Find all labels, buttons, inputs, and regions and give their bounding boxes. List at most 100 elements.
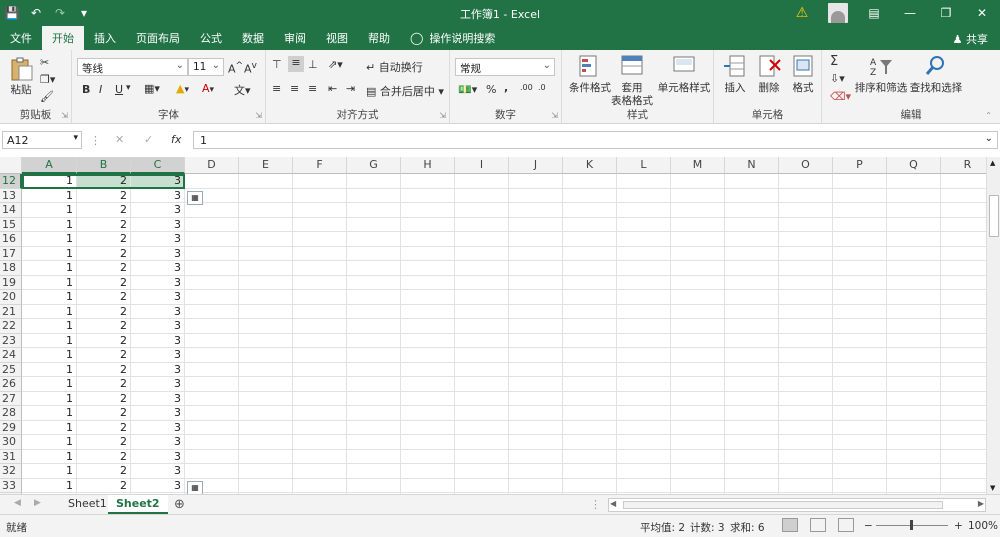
grid-cell[interactable] xyxy=(941,421,986,435)
grid-cell[interactable]: 1 xyxy=(22,319,77,334)
grid-cell[interactable] xyxy=(779,290,833,305)
grid-cell[interactable] xyxy=(941,290,986,305)
grid-cell[interactable] xyxy=(887,275,941,290)
grid-cell[interactable]: 1 xyxy=(22,203,77,218)
grid-cell[interactable] xyxy=(833,275,887,290)
grid-cell[interactable] xyxy=(671,203,725,218)
grid-cell[interactable]: 1 xyxy=(22,275,77,290)
grid-cell[interactable] xyxy=(185,449,239,464)
number-format-select[interactable]: 常规 ⌄ xyxy=(455,58,555,76)
cell-styles-button[interactable]: 单元格样式 xyxy=(656,54,712,95)
grid-cell[interactable] xyxy=(401,478,455,493)
grid-cell[interactable] xyxy=(509,464,563,479)
column-header-r[interactable]: R xyxy=(941,157,986,174)
grid-cell[interactable] xyxy=(671,232,725,247)
formula-input[interactable]: 1 ⌄ xyxy=(193,131,998,149)
grid-cell[interactable] xyxy=(887,304,941,319)
column-header-o[interactable]: O xyxy=(779,157,833,174)
grid-cell[interactable]: 3 xyxy=(131,304,185,319)
grid-cell[interactable] xyxy=(779,478,833,493)
grid-cell[interactable]: 2 xyxy=(77,319,131,334)
grid-cell[interactable] xyxy=(293,275,347,290)
grid-cell[interactable] xyxy=(563,319,617,334)
grid-cell[interactable] xyxy=(887,217,941,232)
column-header-j[interactable]: J xyxy=(509,157,563,174)
increase-indent-icon[interactable]: ⇥ xyxy=(346,82,355,95)
grid-cell[interactable] xyxy=(833,478,887,493)
grid-cell[interactable] xyxy=(671,246,725,261)
column-header-f[interactable]: F xyxy=(293,157,347,174)
scroll-up-icon[interactable]: ▲ xyxy=(990,159,995,167)
grid-cell[interactable]: 2 xyxy=(77,420,131,435)
grid-cell[interactable] xyxy=(401,420,455,435)
scroll-down-icon[interactable]: ▼ xyxy=(990,484,995,492)
grid-cell[interactable] xyxy=(401,275,455,290)
grid-cell[interactable]: 3 xyxy=(131,377,185,392)
grid-cell[interactable] xyxy=(455,275,509,290)
grid-cell[interactable] xyxy=(401,406,455,421)
delete-cells-button[interactable]: 删除 xyxy=(752,54,786,95)
grid-cell[interactable] xyxy=(185,391,239,406)
grid-cell[interactable] xyxy=(401,174,455,189)
grid-cell[interactable] xyxy=(887,406,941,421)
grid-cell[interactable] xyxy=(509,174,563,189)
grid-cell[interactable] xyxy=(455,188,509,203)
increase-decimal-icon[interactable]: .00 xyxy=(520,83,533,92)
restore-icon[interactable]: ❐ xyxy=(928,0,964,26)
grid-cell[interactable] xyxy=(887,464,941,479)
grid-cell[interactable] xyxy=(725,420,779,435)
grid-cell[interactable] xyxy=(509,290,563,305)
grid-cell[interactable] xyxy=(779,377,833,392)
grid-cell[interactable] xyxy=(455,217,509,232)
grid-cell[interactable]: 3 xyxy=(131,333,185,348)
scroll-right-icon[interactable]: ▶ xyxy=(978,499,984,508)
grid-cell[interactable] xyxy=(617,290,671,305)
grid-cell[interactable]: 1 xyxy=(22,449,77,464)
grid-cell[interactable] xyxy=(941,305,986,319)
grid-cell[interactable] xyxy=(833,406,887,421)
grid-cell[interactable] xyxy=(293,290,347,305)
grid-cell[interactable]: 3 xyxy=(131,217,185,232)
grid-cell[interactable] xyxy=(887,391,941,406)
warning-icon[interactable]: ⚠ xyxy=(784,0,820,26)
grid-cell[interactable] xyxy=(347,203,401,218)
grid-cell[interactable] xyxy=(779,217,833,232)
grid-cell[interactable]: 1 xyxy=(22,304,77,319)
fill-icon[interactable]: ⇩▾ xyxy=(830,72,845,85)
grid-cell[interactable] xyxy=(833,174,887,189)
column-header-d[interactable]: D xyxy=(185,157,239,174)
grid-cell[interactable] xyxy=(941,377,986,392)
grid-cell[interactable] xyxy=(833,232,887,247)
grid-cell[interactable] xyxy=(185,319,239,334)
zoom-in-icon[interactable]: + xyxy=(954,520,963,532)
grid-cell[interactable] xyxy=(347,217,401,232)
grid-cell[interactable] xyxy=(887,232,941,247)
borders-icon[interactable]: ▦▾ xyxy=(144,82,160,95)
format-painter-icon[interactable]: 🖌 xyxy=(40,90,54,103)
grid-cell[interactable] xyxy=(455,319,509,334)
grid-cell[interactable]: 1 xyxy=(22,174,77,189)
grid-cell[interactable] xyxy=(239,188,293,203)
grid-cell[interactable] xyxy=(779,188,833,203)
grid-cell[interactable] xyxy=(347,232,401,247)
column-header-e[interactable]: E xyxy=(239,157,293,174)
grid-cell[interactable] xyxy=(239,377,293,392)
grid-cell[interactable] xyxy=(563,304,617,319)
grid-cell[interactable] xyxy=(833,188,887,203)
avatar[interactable] xyxy=(828,3,848,23)
row-header[interactable]: 21 xyxy=(0,304,22,319)
insert-function-button[interactable]: fx xyxy=(171,133,181,146)
align-left-icon[interactable]: ≡ xyxy=(272,82,281,95)
grid-cell[interactable]: 3 xyxy=(131,362,185,377)
grid-cell[interactable] xyxy=(779,232,833,247)
share-button[interactable]: ♟ 共享 xyxy=(953,31,988,47)
save-icon[interactable]: 💾 xyxy=(0,0,24,26)
grid-cell[interactable]: 2 xyxy=(77,232,131,247)
underline-button[interactable]: U xyxy=(115,83,123,96)
grid-cell[interactable] xyxy=(671,420,725,435)
grid-cell[interactable]: 2 xyxy=(77,217,131,232)
grid-cell[interactable] xyxy=(941,348,986,363)
status-average[interactable]: 平均值: 2 xyxy=(640,520,685,535)
grid-cell[interactable]: 1 xyxy=(22,232,77,247)
grid-cell[interactable] xyxy=(293,246,347,261)
